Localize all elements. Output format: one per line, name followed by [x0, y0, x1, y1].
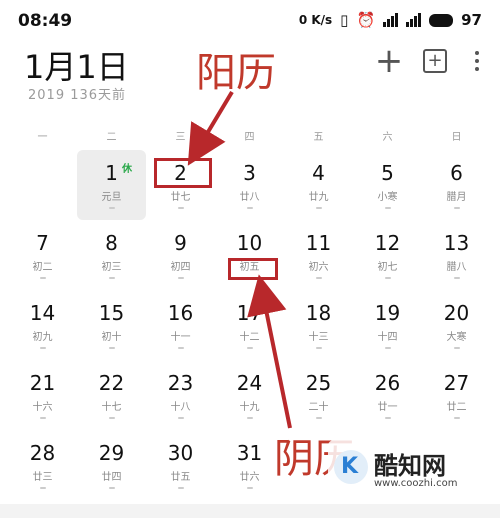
watermark-logo-icon: K	[334, 450, 368, 484]
watermark-name: 酷知网	[374, 452, 446, 480]
solar-annotation: 阳历	[196, 50, 276, 96]
watermark: K 酷知网 www.coozhi.com	[328, 440, 488, 496]
solar-arrow	[187, 90, 234, 166]
bottom-bar	[0, 504, 500, 518]
watermark-url: www.coozhi.com	[374, 478, 458, 489]
lunar-highlight-box	[228, 258, 278, 280]
solar-highlight-box	[154, 158, 212, 188]
lunar-arrow	[247, 274, 292, 429]
